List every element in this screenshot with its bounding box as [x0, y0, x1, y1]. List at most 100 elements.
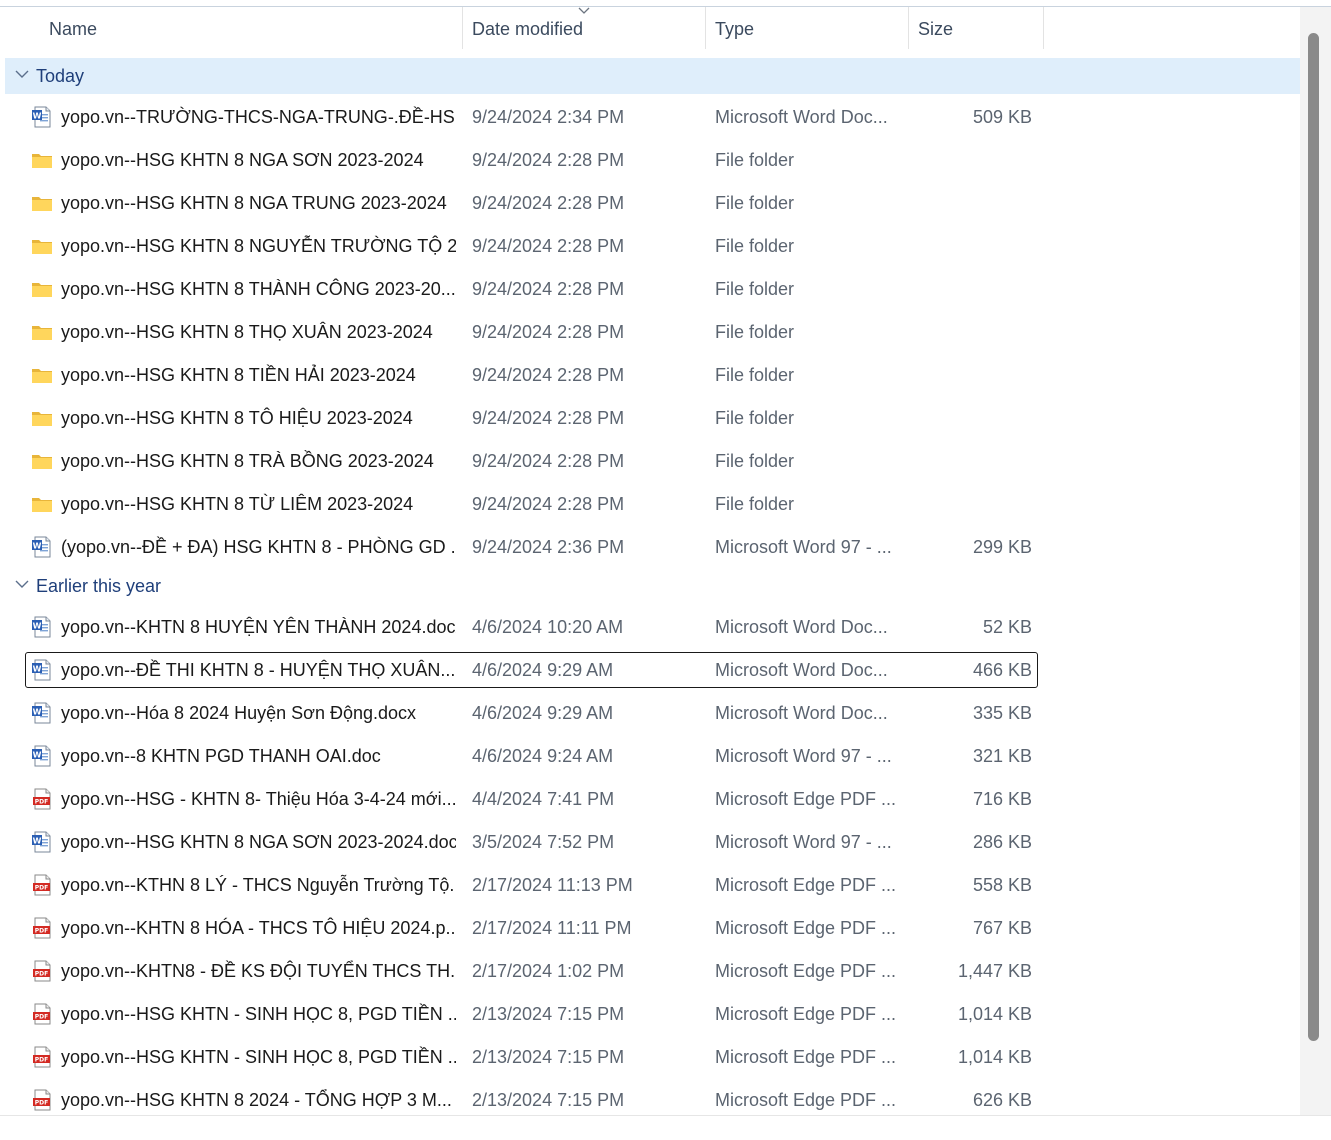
file-row[interactable]: yopo.vn--HSG KHTN 8 NGUYỄN TRƯỜNG TỘ 2..…: [25, 228, 1038, 264]
date-modified: 9/24/2024 2:28 PM: [472, 322, 625, 342]
file-name: yopo.vn--HSG KHTN 8 NGA SƠN 2023-2024.do…: [61, 832, 456, 852]
date-modified: 4/6/2024 10:20 AM: [472, 617, 624, 637]
file-size: 767 KB: [972, 918, 1032, 938]
file-type: Microsoft Word 97 - ...: [715, 832, 892, 852]
column-header-bar: Name Date modified Type Size: [0, 7, 1300, 51]
scrollbar-thumb[interactable]: [1308, 33, 1319, 1041]
file-size: 1,447 KB: [957, 961, 1032, 981]
file-type: Microsoft Edge PDF ...: [715, 1047, 897, 1067]
date-modified: 4/4/2024 7:41 PM: [472, 789, 615, 809]
svg-text:PDF: PDF: [35, 885, 48, 892]
file-row[interactable]: PDF yopo.vn--HSG - KHTN 8- Thiệu Hóa 3-4-…: [25, 781, 1038, 817]
file-type: Microsoft Word 97 - ...: [715, 537, 892, 557]
pdf-icon: PDF: [31, 1089, 53, 1111]
group-header-today[interactable]: Today: [5, 58, 1300, 94]
folder-icon: [31, 235, 53, 257]
file-type: Microsoft Word 97 - ...: [715, 746, 892, 766]
pdf-icon: PDF: [31, 874, 53, 896]
file-size: 509 KB: [972, 107, 1032, 127]
file-row[interactable]: Wyopo.vn--TRƯỜNG-THCS-NGA-TRUNG-.ĐỀ-HS..…: [25, 99, 1038, 135]
svg-text:PDF: PDF: [35, 1100, 48, 1107]
file-type: File folder: [715, 236, 795, 256]
svg-text:PDF: PDF: [35, 928, 48, 935]
file-row[interactable]: PDF yopo.vn--KHTN8 - ĐỀ KS ĐỘI TUYỂN THCS…: [25, 953, 1038, 989]
file-row[interactable]: yopo.vn--HSG KHTN 8 TIỀN HẢI 2023-2024 9/…: [25, 357, 1038, 393]
file-row[interactable]: Wyopo.vn--8 KHTN PGD THANH OAI.doc 4/6/20…: [25, 738, 1038, 774]
svg-text:PDF: PDF: [35, 1014, 48, 1021]
group-label: Earlier this year: [36, 576, 162, 596]
date-modified: 9/24/2024 2:28 PM: [472, 193, 625, 213]
file-type: File folder: [715, 408, 795, 428]
file-row[interactable]: yopo.vn--HSG KHTN 8 TỪ LIÊM 2023-2024 9/2…: [25, 486, 1038, 522]
file-row[interactable]: yopo.vn--HSG KHTN 8 NGA SƠN 2023-2024 9/2…: [25, 142, 1038, 178]
file-row[interactable]: Wyopo.vn--KHTN 8 HUYỆN YÊN THÀNH 2024.do…: [25, 609, 1038, 645]
file-row[interactable]: Wyopo.vn--ĐỀ THI KHTN 8 - HUYỆN THỌ XUÂN…: [25, 652, 1038, 688]
file-type: Microsoft Edge PDF ...: [715, 961, 897, 981]
column-header-size[interactable]: Size: [909, 7, 1043, 49]
file-name: yopo.vn--HSG - KHTN 8- Thiệu Hóa 3-4-24 …: [61, 789, 456, 809]
file-size: 321 KB: [972, 746, 1032, 766]
date-modified: 9/24/2024 2:28 PM: [472, 408, 625, 428]
date-modified: 2/13/2024 7:15 PM: [472, 1004, 625, 1024]
file-name: yopo.vn--HSG KHTN 8 NGUYỄN TRƯỜNG TỘ 2..…: [61, 236, 456, 256]
file-name: yopo.vn--HSG KHTN 8 THÀNH CÔNG 2023-20..…: [61, 279, 456, 299]
file-type: File folder: [715, 193, 795, 213]
file-size: 466 KB: [972, 660, 1032, 680]
file-type: File folder: [715, 365, 795, 385]
file-row[interactable]: W (yopo.vn--ĐỀ + ĐA) HSG KHTN 8 - PHÒNG G…: [25, 529, 1038, 565]
svg-text:PDF: PDF: [35, 799, 48, 806]
file-row[interactable]: yopo.vn--HSG KHTN 8 THỌ XUÂN 2023-2024 9/…: [25, 314, 1038, 350]
pdf-icon: PDF: [31, 960, 53, 982]
file-row[interactable]: PDF yopo.vn--HSG KHTN 8 2024 - TỔNG HỢP 3…: [25, 1082, 1038, 1118]
file-name: yopo.vn--HSG KHTN 8 TIỀN HẢI 2023-2024: [61, 365, 416, 385]
file-row[interactable]: Wyopo.vn--HSG KHTN 8 NGA SƠN 2023-2024.d…: [25, 824, 1038, 860]
file-type: File folder: [715, 279, 795, 299]
file-row[interactable]: yopo.vn--HSG KHTN 8 THÀNH CÔNG 2023-20..…: [25, 271, 1038, 307]
word-doc-icon: W: [31, 616, 53, 638]
file-name: yopo.vn--8 KHTN PGD THANH OAI.doc: [61, 746, 381, 766]
date-modified: 2/17/2024 11:13 PM: [472, 875, 633, 895]
file-row[interactable]: PDF yopo.vn--KTHN 8 LÝ - THCS Nguyễn Trườ…: [25, 867, 1038, 903]
date-modified: 4/6/2024 9:29 AM: [472, 703, 614, 723]
column-header-type[interactable]: Type: [706, 7, 908, 49]
folder-icon: [31, 149, 53, 171]
date-modified: 2/13/2024 7:15 PM: [472, 1090, 625, 1110]
bottom-border: [0, 1115, 1331, 1116]
chevron-down-icon[interactable]: [15, 579, 29, 589]
column-divider[interactable]: [1043, 7, 1044, 49]
file-type: Microsoft Word Doc...: [715, 617, 888, 637]
word-doc-icon: W: [31, 106, 53, 128]
file-row[interactable]: PDF yopo.vn--HSG KHTN - SINH HỌC 8, PGD T…: [25, 1039, 1038, 1075]
file-row[interactable]: PDF yopo.vn--KHTN 8 HÓA - THCS TÔ HIỆU 20…: [25, 910, 1038, 946]
file-name: (yopo.vn--ĐỀ + ĐA) HSG KHTN 8 - PHÒNG GD…: [61, 537, 456, 557]
chevron-down-icon[interactable]: [15, 69, 29, 79]
file-row[interactable]: yopo.vn--HSG KHTN 8 NGA TRUNG 2023-2024 9…: [25, 185, 1038, 221]
file-name: yopo.vn--Hóa 8 2024 Huyện Sơn Động.docx: [61, 703, 417, 723]
file-name: yopo.vn--HSG KHTN - SINH HỌC 8, PGD TIỀN…: [61, 1047, 456, 1067]
file-type: Microsoft Edge PDF ...: [715, 1004, 897, 1024]
file-row[interactable]: yopo.vn--HSG KHTN 8 TRÀ BỒNG 2023-2024 9/…: [25, 443, 1038, 479]
file-type: File folder: [715, 451, 795, 471]
file-name: yopo.vn--KHTN 8 HÓA - THCS TÔ HIỆU 2024.…: [61, 918, 456, 938]
file-type: File folder: [715, 322, 795, 342]
group-header-earlier-this-year[interactable]: Earlier this year: [5, 568, 1300, 604]
pdf-icon: PDF: [31, 1046, 53, 1068]
file-size: 52 KB: [982, 617, 1032, 637]
file-row[interactable]: PDF yopo.vn--HSG KHTN - SINH HỌC 8, PGD T…: [25, 996, 1038, 1032]
file-row[interactable]: Wyopo.vn--Hóa 8 2024 Huyện Sơn Động.docx…: [25, 695, 1038, 731]
column-header-name[interactable]: Name: [40, 7, 460, 49]
file-size: 1,014 KB: [957, 1047, 1032, 1067]
group-label: Today: [36, 66, 85, 86]
folder-icon: [31, 192, 53, 214]
date-modified: 4/6/2024 9:29 AM: [472, 660, 614, 680]
svg-text:PDF: PDF: [35, 971, 48, 978]
file-name: yopo.vn--HSG KHTN 8 TÔ HIỆU 2023-2024: [61, 408, 413, 428]
column-header-size-label: Size: [918, 19, 954, 39]
svg-text:PDF: PDF: [35, 1057, 48, 1064]
date-modified: 3/5/2024 7:52 PM: [472, 832, 615, 852]
folder-icon: [31, 321, 53, 343]
file-row[interactable]: yopo.vn--HSG KHTN 8 TÔ HIỆU 2023-2024 9/2…: [25, 400, 1038, 436]
word-doc-icon: W: [31, 536, 53, 558]
pdf-icon: PDF: [31, 788, 53, 810]
pdf-icon: PDF: [31, 917, 53, 939]
